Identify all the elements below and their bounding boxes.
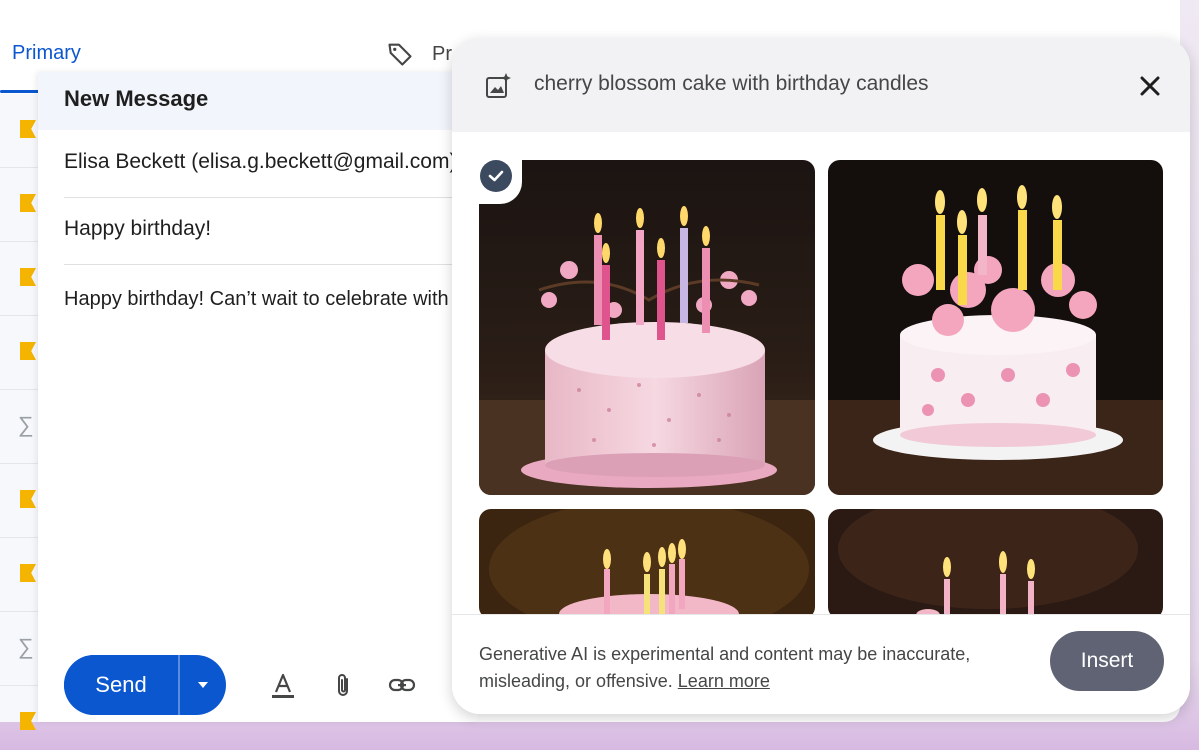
insert-button[interactable]: Insert <box>1050 631 1164 691</box>
inbox-row[interactable] <box>0 242 40 316</box>
schedule-send-button[interactable] <box>180 655 226 715</box>
important-marker-icon <box>20 342 36 360</box>
panel-footer: Generative AI is experimental and conten… <box>452 614 1190 714</box>
tab-promotions[interactable]: Pr <box>386 40 452 68</box>
important-marker-icon <box>20 268 36 286</box>
message-body[interactable]: Happy birthday! Can’t wait to celebrate … <box>64 288 484 311</box>
insert-link-button[interactable] <box>387 670 417 700</box>
send-button[interactable]: Send <box>64 655 180 715</box>
compose-title: New Message <box>64 86 209 111</box>
inbox-row[interactable]: ∑ <box>0 612 40 686</box>
generated-image-3[interactable] <box>479 509 815 619</box>
important-marker-icon <box>20 712 36 730</box>
important-marker-icon <box>20 564 36 582</box>
tab-primary[interactable]: Primary <box>12 42 81 65</box>
compose-header[interactable]: New Message <box>38 72 478 130</box>
important-marker-icon <box>20 490 36 508</box>
generated-image-2[interactable] <box>828 160 1163 495</box>
sigma-icon: ∑ <box>18 634 34 659</box>
important-marker-icon <box>20 120 36 138</box>
important-marker-icon <box>20 194 36 212</box>
inbox-gutter: ∑ ∑ <box>0 94 40 730</box>
formatting-button[interactable] <box>268 670 298 700</box>
generated-image-1[interactable] <box>479 160 815 495</box>
inbox-row[interactable] <box>0 464 40 538</box>
attach-button[interactable] <box>328 670 358 700</box>
generated-image-4[interactable] <box>828 509 1163 619</box>
close-icon <box>1140 76 1160 96</box>
inbox-row[interactable] <box>0 94 40 168</box>
send-button-group: Send <box>64 655 226 715</box>
sigma-icon: ∑ <box>18 412 34 437</box>
compose-window: New Message Elisa Beckett (elisa.g.becke… <box>38 72 484 722</box>
inbox-row[interactable] <box>0 316 40 390</box>
learn-more-link[interactable]: Learn more <box>678 671 770 691</box>
prompt-header: cherry blossom cake with birthday candle… <box>452 38 1190 132</box>
text-format-icon <box>272 673 294 698</box>
tab-promotions-label: Pr <box>432 42 452 65</box>
selected-indicator[interactable] <box>472 154 522 204</box>
close-button[interactable] <box>1132 68 1168 104</box>
recipient-field[interactable]: Elisa Beckett (elisa.g.beckett@gmail.com… <box>64 132 484 198</box>
inbox-row[interactable]: ∑ <box>0 390 40 464</box>
tag-icon <box>388 43 412 66</box>
inbox-row[interactable] <box>0 538 40 612</box>
image-generator-panel: cherry blossom cake with birthday candle… <box>452 38 1190 714</box>
image-sparkle-icon <box>486 73 511 98</box>
caret-down-icon <box>198 682 208 688</box>
tab-primary-indicator <box>0 90 40 93</box>
inbox-row[interactable] <box>0 168 40 242</box>
check-icon <box>488 170 504 182</box>
attach-icon <box>338 674 348 696</box>
prompt-text[interactable]: cherry blossom cake with birthday candle… <box>534 72 929 96</box>
inbox-row[interactable] <box>0 686 40 750</box>
link-icon <box>388 678 416 692</box>
disclaimer: Generative AI is experimental and conten… <box>479 641 1039 695</box>
subject-field[interactable]: Happy birthday! <box>64 199 484 265</box>
